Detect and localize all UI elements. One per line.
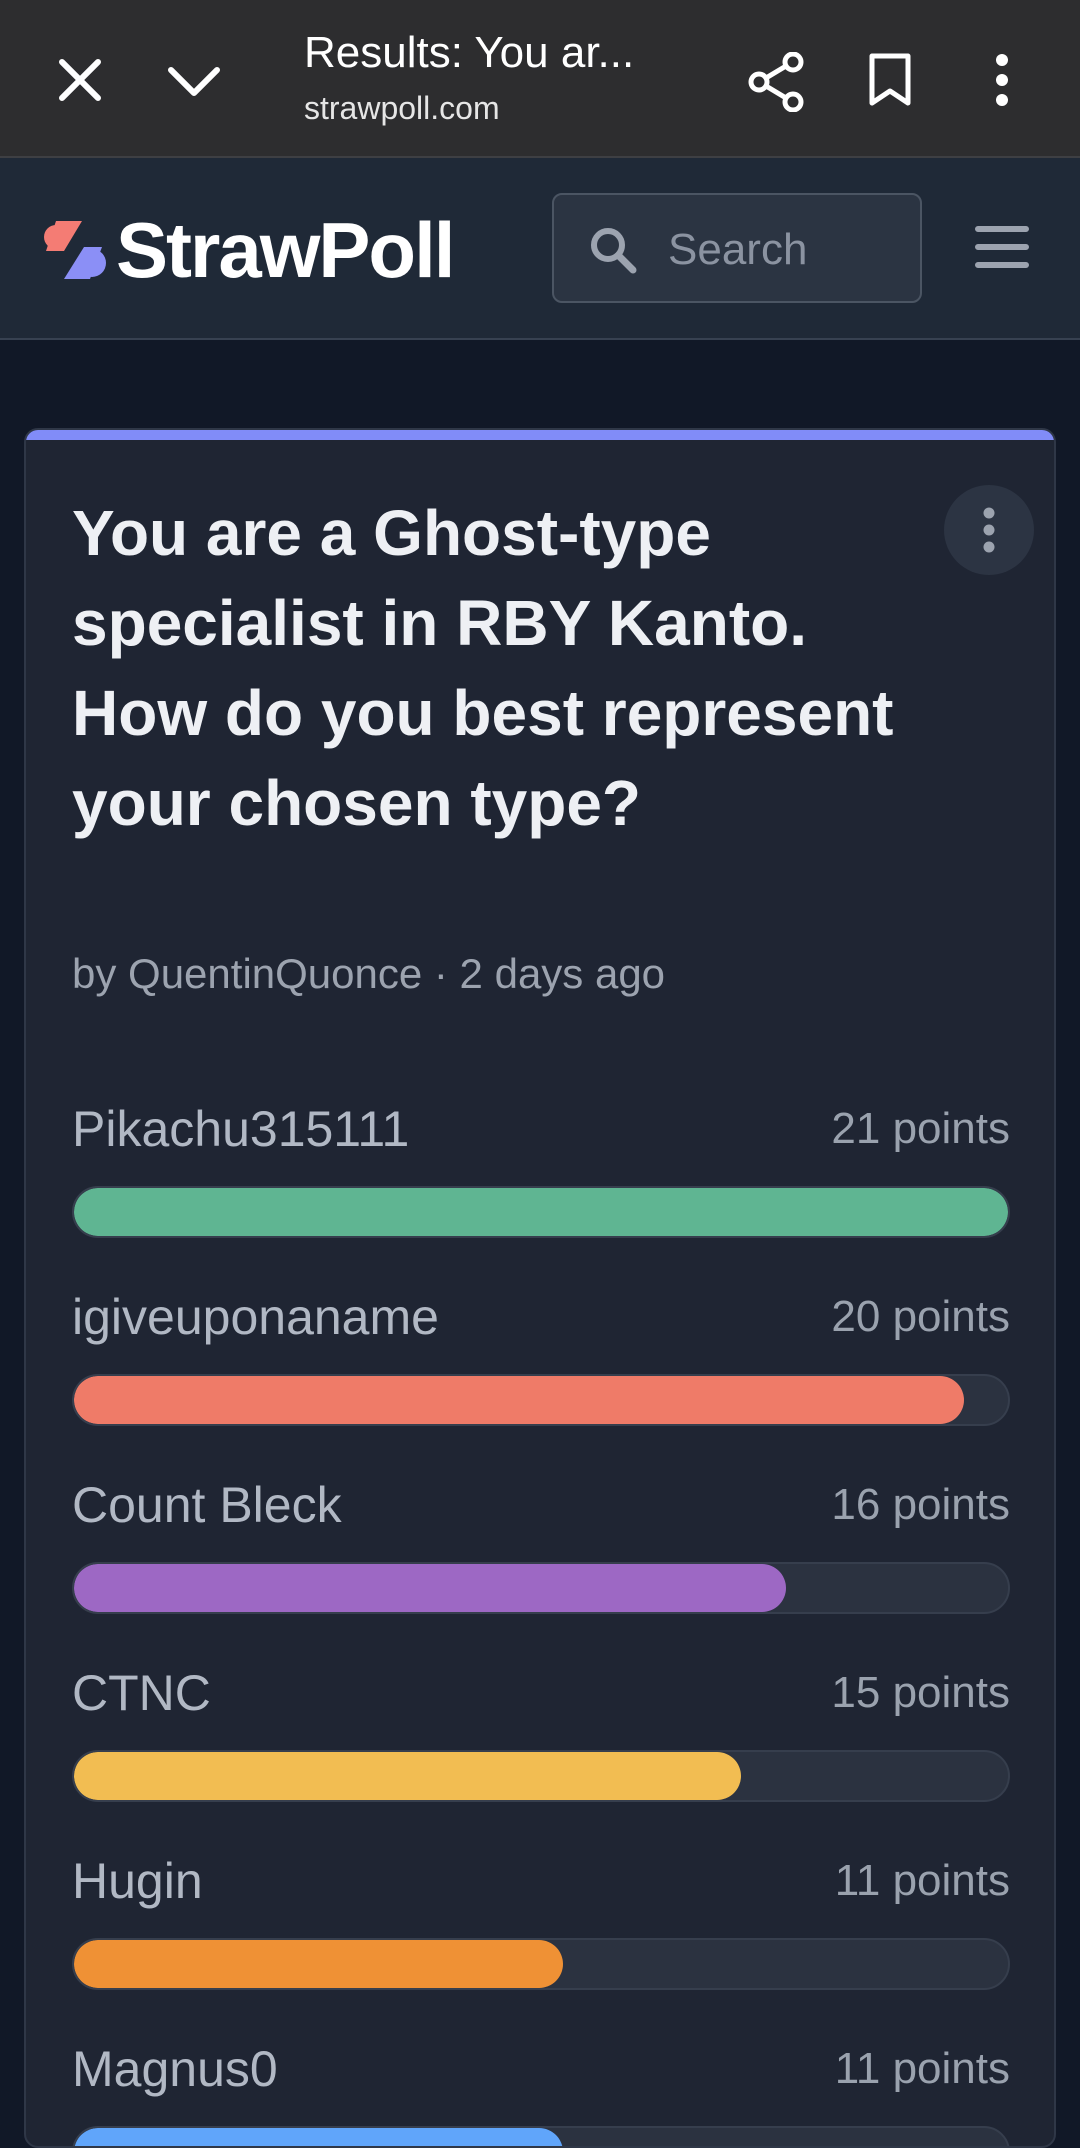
option-name: Count Bleck [72, 1477, 342, 1533]
option-name: Pikachu315111 [72, 1101, 410, 1157]
result-bar-track [72, 1186, 1010, 1238]
search-input[interactable]: Search [552, 193, 922, 303]
share-icon[interactable] [744, 50, 808, 114]
result-bar-fill [74, 1376, 964, 1424]
strawpoll-logo[interactable]: StrawPoll [42, 206, 455, 294]
result-bar-track [72, 1374, 1010, 1426]
option-name: CTNC [72, 1665, 211, 1721]
logo-text: StrawPoll [116, 205, 455, 294]
logo-mark-icon [44, 221, 106, 279]
result-bar-fill [74, 1188, 1008, 1236]
bookmark-icon[interactable] [862, 50, 918, 110]
result-bar-fill [74, 1564, 786, 1612]
poll-option: Magnus0 11 points [72, 2040, 1010, 2146]
card-accent [26, 430, 1054, 440]
result-bar-fill [74, 2128, 564, 2146]
site-header: StrawPoll Search [0, 158, 1080, 340]
result-bar-fill [74, 1940, 564, 1988]
search-placeholder: Search [668, 225, 808, 274]
option-name: Magnus0 [72, 2041, 278, 2097]
page-title: Results: You ar... [304, 28, 635, 77]
option-name: igiveuponaname [72, 1289, 439, 1345]
poll-option: Hugin 11 points [72, 1852, 1010, 1992]
poll-option: Count Bleck 16 points [72, 1476, 1010, 1616]
poll-option: Pikachu315111 21 points [72, 1100, 1010, 1240]
menu-icon[interactable] [974, 224, 1030, 275]
chevron-down-icon[interactable] [164, 56, 224, 106]
result-bar-track [72, 1938, 1010, 1990]
page-url: strawpoll.com [304, 90, 500, 126]
result-bar-track [72, 1750, 1010, 1802]
more-vertical-icon [983, 507, 995, 553]
result-bar-track [72, 1562, 1010, 1614]
browser-toolbar: Results: You ar... strawpoll.com [0, 0, 1080, 158]
close-icon[interactable] [52, 52, 108, 108]
option-name: Hugin [72, 1853, 203, 1909]
option-points: 11 points [834, 1856, 1010, 1905]
search-icon [588, 225, 638, 280]
option-points: 20 points [831, 1292, 1010, 1341]
poll-option: CTNC 15 points [72, 1664, 1010, 1804]
poll-card: You are a Ghost-type specialist in RBY K… [24, 428, 1056, 2148]
result-bar-track [72, 2126, 1010, 2146]
option-points: 16 points [831, 1480, 1010, 1529]
poll-title: You are a Ghost-type specialist in RBY K… [72, 497, 894, 839]
poll-option: igiveuponaname 20 points [72, 1288, 1010, 1428]
more-vertical-icon[interactable] [984, 50, 1020, 110]
poll-meta: by QuentinQuonce · 2 days ago [72, 950, 666, 997]
result-bar-fill [74, 1752, 742, 1800]
poll-options-button[interactable] [944, 485, 1034, 575]
option-points: 15 points [831, 1668, 1010, 1717]
option-points: 21 points [831, 1104, 1010, 1153]
option-points: 11 points [834, 2044, 1010, 2093]
